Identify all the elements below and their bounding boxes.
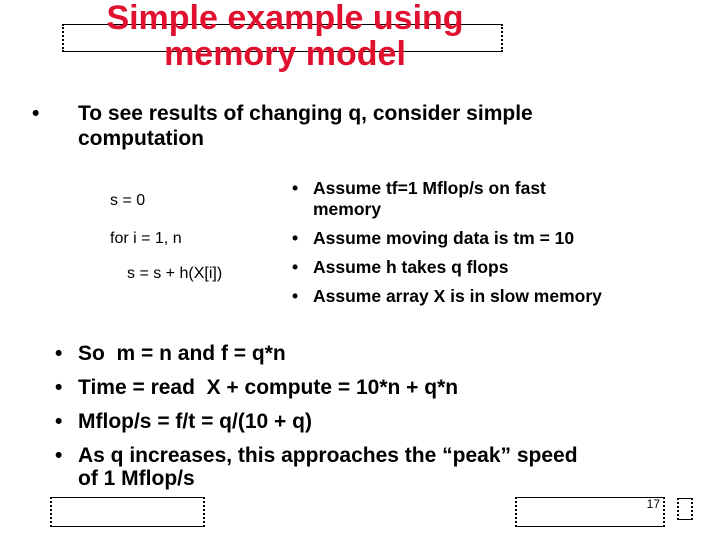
intro-line-2: computation xyxy=(78,127,204,150)
assumption-item: • Assume moving data is tm = 10 xyxy=(292,228,574,249)
assumption-item: • Assume array X is in slow memory xyxy=(292,286,602,307)
code-line-2: for i = 1, n xyxy=(110,230,182,247)
assumption-text: Assume tf=1 Mflop/s on fast xyxy=(313,178,546,198)
slide-title: Simple example using memory model xyxy=(60,0,510,72)
conclusion-item: • Mflop/s = f/t = q/(10 + q) xyxy=(55,409,312,434)
title-line-1: Simple example using xyxy=(106,0,464,37)
assumption-text: Assume moving data is tm = 10 xyxy=(313,228,575,248)
small-placeholder-square xyxy=(677,498,693,520)
bullet-icon: • xyxy=(55,342,63,365)
conclusion-text: Time = read X + compute = 10*n + q*n xyxy=(78,376,459,399)
assumption-item: • Assume tf=1 Mflop/s on fast memory xyxy=(292,178,546,220)
assumption-text: Assume array X is in slow memory xyxy=(313,286,602,306)
conclusion-item: • Time = read X + compute = 10*n + q*n xyxy=(55,375,458,400)
intro-bullet: • To see results of changing q, consider… xyxy=(32,101,533,151)
bullet-icon: • xyxy=(292,257,299,277)
bullet-icon: • xyxy=(55,410,63,433)
bullet-icon: • xyxy=(292,178,299,198)
code-line-1: s = 0 xyxy=(110,192,146,209)
footer-left-placeholder xyxy=(50,497,205,527)
intro-line-1: To see results of changing q, consider s… xyxy=(78,102,533,125)
code-line-3: s = s + h(X[i]) xyxy=(127,265,223,282)
conclusion-item: • So m = n and f = q*n xyxy=(55,341,286,366)
bullet-icon: • xyxy=(292,286,299,306)
slide-number: 17 xyxy=(646,497,660,511)
bullet-icon: • xyxy=(292,228,299,248)
assumption-text: Assume h takes q flops xyxy=(313,257,509,277)
bullet-icon: • xyxy=(32,102,40,125)
conclusion-text: Mflop/s = f/t = q/(10 + q) xyxy=(78,410,312,433)
title-line-2: memory model xyxy=(164,35,406,73)
conclusion-text: So m = n and f = q*n xyxy=(78,342,286,365)
assumption-text-cont: memory xyxy=(313,199,382,219)
conclusion-text: As q increases, this approaches the “pea… xyxy=(78,444,578,467)
conclusion-item: • As q increases, this approaches the “p… xyxy=(55,443,578,490)
bullet-icon: • xyxy=(55,376,63,399)
conclusion-text-cont: of 1 Mflop/s xyxy=(78,467,195,490)
assumption-item: • Assume h takes q flops xyxy=(292,257,508,278)
bullet-icon: • xyxy=(55,444,63,467)
